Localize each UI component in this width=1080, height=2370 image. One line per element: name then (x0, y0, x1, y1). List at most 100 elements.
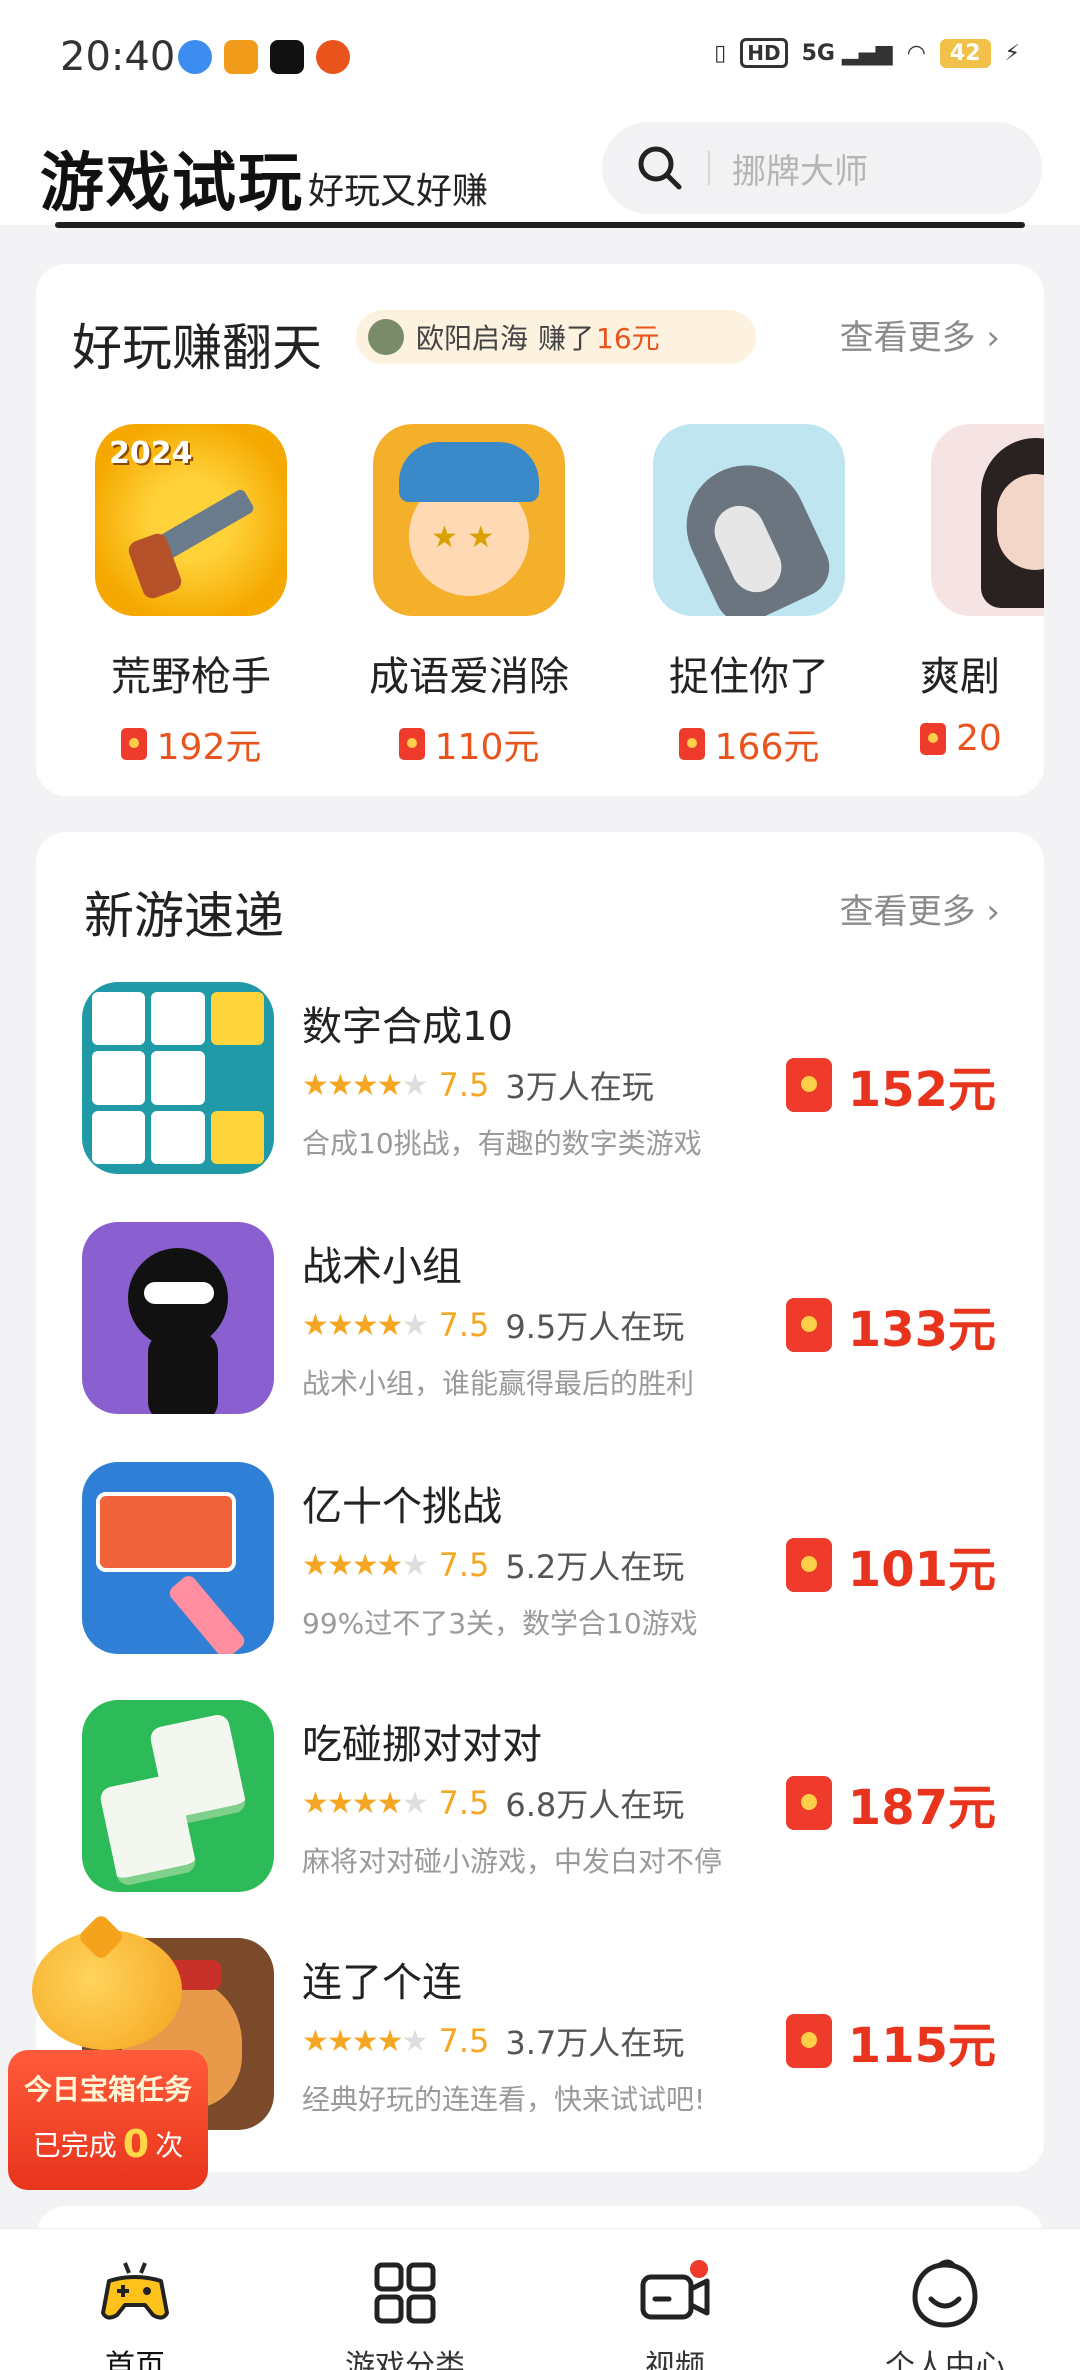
game-reward[interactable]: 133元 (785, 1290, 996, 1360)
see-more-link[interactable]: 查看更多 › (840, 884, 1000, 933)
hot-game-name: 荒野枪手 (111, 654, 271, 700)
game-reward[interactable]: 115元 (785, 2006, 996, 2076)
red-packet-icon (785, 2014, 832, 2068)
game-meta: ★★★★★ 7.5 3万人在玩 (302, 1062, 654, 1108)
tab-video[interactable]: 视频 (540, 2229, 810, 2370)
red-packet-icon (785, 1058, 832, 1112)
red-packet-icon (785, 1298, 832, 1352)
reward-amount: 101元 (847, 1542, 996, 1598)
app-notification-icon (316, 40, 350, 74)
hot-games-row: 2024 荒野枪手 192元 ★ ★ 成语爱消除 110元 捉住你了 166元 … (36, 424, 1044, 764)
wifi-icon: ◠ (906, 40, 926, 66)
number-merge-game-icon (82, 982, 274, 1174)
treasure-title: 今日宝箱任务 (23, 2073, 192, 2106)
bottom-tab-bar: 首页 游戏分类 视频 个人中心 (0, 2228, 1080, 2370)
gamepad-icon (101, 2262, 169, 2320)
game-meta: ★★★★★ 7.5 3.7万人在玩 (302, 2018, 684, 2064)
game-players: 3万人在玩 (505, 1068, 654, 1106)
rating-stars-icon: ★★★★★ (302, 1307, 428, 1343)
game-meta: ★★★★★ 7.5 9.5万人在玩 (302, 1302, 684, 1348)
game-description: 经典好玩的连连看，快来试试吧! (302, 2083, 706, 2116)
reward-amount: 115元 (847, 2018, 996, 2074)
hot-game-item[interactable]: 2024 荒野枪手 192元 (76, 424, 306, 764)
game-name: 亿十个挑战 (302, 1484, 502, 1530)
game-reward[interactable]: 187元 (785, 1768, 996, 1838)
video-icon (640, 2260, 710, 2320)
hot-games-card: 好玩赚翻天 欧阳启海 赚了 16元 查看更多 › 2024 荒野枪手 192元 … (36, 264, 1044, 796)
game-description: 合成10挑战，有趣的数字类游戏 (302, 1127, 702, 1160)
tab-categories[interactable]: 游戏分类 (270, 2229, 540, 2370)
hot-game-item[interactable]: ★ ★ 成语爱消除 110元 (354, 424, 584, 764)
ticker-amount: 16元 (596, 322, 660, 355)
rating-stars-icon: ★★★★★ (302, 1547, 428, 1583)
game-list-item[interactable]: 吃碰挪对对对 ★★★★★ 7.5 6.8万人在玩 麻将对对碰小游戏，中发白对不停… (36, 1700, 1044, 1900)
search-bar[interactable]: 挪牌大师 (602, 122, 1042, 214)
game-players: 9.5万人在玩 (505, 1308, 685, 1346)
hot-game-price: 110元 (354, 718, 584, 764)
game-list-item[interactable]: 亿十个挑战 ★★★★★ 7.5 5.2万人在玩 99%过不了3关，数学合10游戏… (36, 1462, 1044, 1662)
search-icon (638, 146, 682, 190)
hot-game-name: 爽剧 (920, 654, 1000, 700)
reward-amount: 133元 (847, 1302, 996, 1358)
pencil-shape (166, 1572, 248, 1654)
game-reward[interactable]: 152元 (785, 1050, 996, 1120)
game-players: 5.2万人在玩 (505, 1548, 685, 1586)
equation-tile-shape (96, 1492, 236, 1572)
page-title: 游戏试玩 (40, 147, 304, 221)
red-packet-icon (785, 1538, 832, 1592)
avatar (368, 319, 404, 355)
section-title: 好玩赚翻天 (72, 319, 322, 377)
tab-profile[interactable]: 个人中心 (810, 2229, 1080, 2370)
grid-icon (374, 2262, 436, 2324)
game-name: 连了个连 (302, 1960, 462, 2006)
tab-label: 游戏分类 (345, 2349, 465, 2370)
app-notification-icon (224, 40, 258, 74)
stickman-body-shape (148, 1332, 218, 1414)
game-name: 数字合成10 (302, 1004, 513, 1050)
hot-game-price: 192元 (76, 718, 306, 764)
star-eyes-shape: ★ ★ (431, 520, 495, 555)
game-rating: 7.5 (438, 1066, 490, 1104)
game-description: 麻将对对碰小游戏，中发白对不停 (302, 1845, 723, 1878)
game-meta: ★★★★★ 7.5 6.8万人在玩 (302, 1780, 684, 1826)
tactical-squad-game-icon (82, 1222, 274, 1414)
game-meta: ★★★★★ 7.5 5.2万人在玩 (302, 1542, 684, 1588)
game-reward[interactable]: 101元 (785, 1530, 996, 1600)
mahjong-match-game-icon (82, 1700, 274, 1892)
hot-game-item[interactable]: 爽剧 20 (912, 424, 1044, 759)
game-rating: 7.5 (438, 2022, 490, 2060)
status-bar: 20:40 ▯ HD 5G ▂▄▆ ◠ 42 ⚡ (0, 0, 1080, 110)
hot-game-name: 捉住你了 (669, 654, 829, 700)
rating-stars-icon: ★★★★★ (302, 1067, 428, 1103)
game-list-item[interactable]: 战术小组 ★★★★★ 7.5 9.5万人在玩 战术小组，谁能赢得最后的胜利 13… (36, 1222, 1044, 1422)
search-divider (708, 151, 710, 185)
daily-treasure-widget[interactable]: 今日宝箱任务 已完成 0 次 (8, 1912, 208, 2190)
tab-label: 个人中心 (885, 2349, 1005, 2370)
vibrate-icon: ▯ (714, 40, 727, 66)
tiktok-icon (270, 40, 304, 74)
game-description: 99%过不了3关，数学合10游戏 (302, 1607, 698, 1640)
red-packet-icon (120, 728, 147, 760)
game-rating: 7.5 (438, 1784, 490, 1822)
ten-challenge-game-icon (82, 1462, 274, 1654)
game-list-item[interactable]: 数字合成10 ★★★★★ 7.5 3万人在玩 合成10挑战，有趣的数字类游戏 1… (36, 982, 1044, 1182)
hot-game-item[interactable]: 捉住你了 166元 (634, 424, 864, 764)
tab-home[interactable]: 首页 (0, 2229, 270, 2370)
game-name: 战术小组 (302, 1244, 462, 1290)
ticker-earned: 赚了 (538, 322, 595, 355)
number-grid-shape (92, 992, 264, 1164)
catch-game-icon (653, 424, 845, 616)
drama-game-icon (931, 424, 1044, 616)
page-subtitle: 好玩又好赚 (308, 171, 489, 212)
revolver-game-icon: 2024 (95, 424, 287, 616)
treasure-count: 0 (122, 2122, 150, 2166)
red-packet-icon (678, 728, 705, 760)
ticker-user: 欧阳启海 (416, 322, 529, 355)
see-more-link[interactable]: 查看更多 › (840, 310, 1000, 359)
game-name: 吃碰挪对对对 (302, 1722, 542, 1768)
battery-icon: 42 (939, 38, 991, 68)
header-divider (55, 222, 1025, 228)
piggy-bank-icon (32, 1912, 182, 2050)
status-time: 20:40 (60, 34, 176, 80)
search-placeholder: 挪牌大师 (732, 151, 868, 192)
